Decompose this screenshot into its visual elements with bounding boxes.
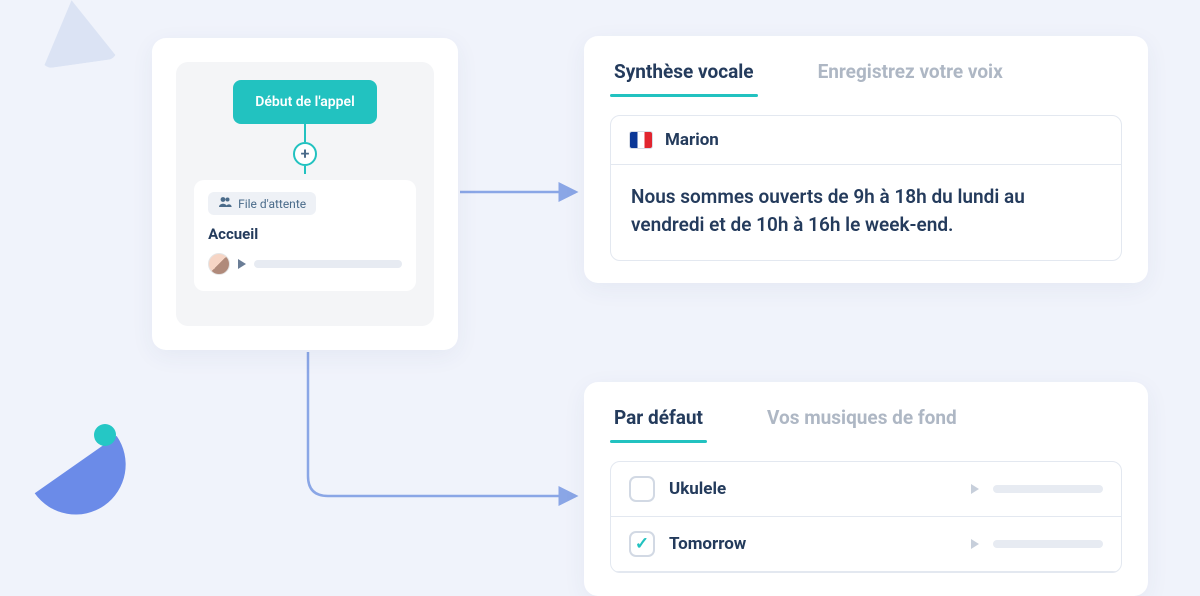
add-node-button[interactable]: + [293,142,317,166]
node-title: Accueil [208,225,402,243]
avatar [208,253,230,275]
audio-preview [208,253,402,275]
progress-bar [993,540,1103,548]
connector-line [304,166,306,174]
people-icon [218,196,232,211]
music-track-row[interactable]: Ukulele [611,462,1121,517]
checkbox[interactable] [629,531,655,557]
progress-bar [254,260,402,268]
queue-label: File d'attente [238,197,306,211]
voice-tabs: Synthèse vocale Enregistrez votre voix [610,36,1122,97]
flow-node[interactable]: File d'attente Accueil [194,180,416,291]
tab-your-music[interactable]: Vos musiques de fond [763,396,961,443]
start-call-button[interactable]: Début de l'appel [233,80,376,124]
connector-line [304,124,306,142]
play-icon[interactable] [238,259,246,269]
tab-tts[interactable]: Synthèse vocale [610,50,758,97]
decorative-halfcircle [35,436,146,534]
flag-france-icon [629,131,653,149]
music-track-name: Ukulele [669,479,957,499]
music-tabs: Par défaut Vos musiques de fond [610,382,1122,443]
music-track-row[interactable]: Tomorrow [611,517,1121,572]
tab-default-music[interactable]: Par défaut [610,396,707,443]
voice-panel: Synthèse vocale Enregistrez votre voix M… [584,36,1148,283]
tts-box: Marion Nous sommes ouverts de 9h à 18h d… [610,115,1122,261]
flow-card: Début de l'appel + File d'attente Accuei… [152,38,458,350]
music-track-name: Tomorrow [669,534,957,554]
music-list: Ukulele Tomorrow [610,461,1122,573]
decorative-triangle [34,0,118,69]
music-panel: Par défaut Vos musiques de fond Ukulele … [584,382,1148,596]
play-icon[interactable] [971,539,979,549]
queue-badge: File d'attente [208,192,316,215]
flow-canvas: Début de l'appel + File d'attente Accuei… [176,62,434,326]
tab-record-voice[interactable]: Enregistrez votre voix [814,50,1007,97]
tts-text[interactable]: Nous sommes ouverts de 9h à 18h du lundi… [611,165,1121,260]
play-icon[interactable] [971,484,979,494]
decorative-dot [94,424,116,446]
voice-selector[interactable]: Marion [611,116,1121,165]
checkbox[interactable] [629,476,655,502]
progress-bar [993,485,1103,493]
voice-name: Marion [665,130,719,150]
